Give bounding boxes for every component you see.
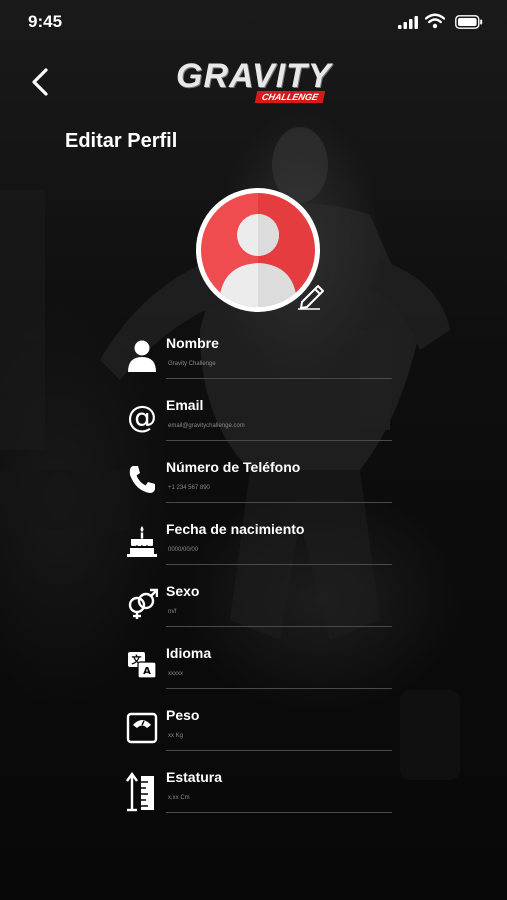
field-underline bbox=[166, 564, 392, 565]
gravity-challenge-logo: GRAVITY CHALLENGE bbox=[176, 58, 336, 106]
field-sexo[interactable]: Sexo m/f bbox=[0, 580, 507, 642]
field-value: x,xx Cm bbox=[168, 795, 190, 801]
back-button[interactable] bbox=[26, 64, 56, 100]
field-underline bbox=[166, 440, 392, 441]
edit-pencil-icon[interactable] bbox=[296, 282, 328, 310]
field-label: Nombre bbox=[166, 335, 219, 351]
field-email[interactable]: @ Email email@gravitychallenge.com bbox=[0, 394, 507, 456]
logo-main-text: GRAVITY bbox=[176, 57, 332, 95]
wifi-icon bbox=[425, 13, 445, 29]
field-telefono[interactable]: Número de Teléfono +1 234 567 890 bbox=[0, 456, 507, 518]
field-underline bbox=[166, 688, 392, 689]
field-label: Peso bbox=[166, 707, 200, 723]
field-label: Idioma bbox=[166, 645, 212, 661]
battery-icon bbox=[455, 15, 483, 29]
page-title: Editar Perfil bbox=[65, 130, 178, 152]
svg-text:@: @ bbox=[127, 400, 157, 434]
scale-icon bbox=[126, 712, 158, 744]
birthday-cake-icon bbox=[127, 526, 157, 557]
field-value: +1 234 567 890 bbox=[168, 485, 210, 491]
field-label: Fecha de nacimiento bbox=[166, 521, 305, 537]
field-label: Email bbox=[166, 397, 204, 413]
field-fecha-nacimiento[interactable]: Fecha de nacimiento 0000/00/00 bbox=[0, 518, 507, 580]
field-underline bbox=[166, 502, 392, 503]
signal-icon bbox=[398, 16, 418, 29]
svg-text:A: A bbox=[143, 666, 151, 677]
field-value: xx Kg bbox=[168, 733, 184, 739]
field-value: xxxxx bbox=[168, 671, 183, 677]
field-value: 0000/00/00 bbox=[168, 547, 199, 553]
at-sign-icon: @ bbox=[127, 400, 157, 434]
field-value: email@gravitychallenge.com bbox=[168, 423, 245, 429]
field-nombre[interactable]: Nombre Gravity Challenge bbox=[0, 332, 507, 394]
gender-icon bbox=[128, 588, 158, 619]
field-idioma[interactable]: 文 A Idioma xxxxx bbox=[0, 642, 507, 704]
translate-icon: 文 A bbox=[128, 652, 157, 679]
field-peso[interactable]: Peso xx Kg bbox=[0, 704, 507, 766]
field-underline bbox=[166, 750, 392, 751]
status-bar: 9:45 bbox=[0, 0, 507, 46]
edit-profile-screen: 9:45 GRAVITY CHALLENGE Editar Perfil Nom… bbox=[0, 0, 507, 900]
field-underline bbox=[166, 812, 392, 813]
logo-sub-text: CHALLENGE bbox=[254, 91, 326, 103]
phone-icon bbox=[129, 466, 155, 493]
field-underline bbox=[166, 378, 392, 379]
height-ruler-icon bbox=[126, 772, 154, 812]
person-icon bbox=[128, 340, 156, 372]
field-value: Gravity Challenge bbox=[168, 361, 216, 367]
field-label: Sexo bbox=[166, 583, 200, 599]
field-value: m/f bbox=[168, 609, 177, 615]
field-underline bbox=[166, 626, 392, 627]
field-label: Estatura bbox=[166, 769, 223, 785]
status-time: 9:45 bbox=[28, 12, 63, 31]
field-estatura[interactable]: Estatura x,xx Cm bbox=[0, 766, 507, 828]
field-label: Número de Teléfono bbox=[166, 459, 301, 475]
